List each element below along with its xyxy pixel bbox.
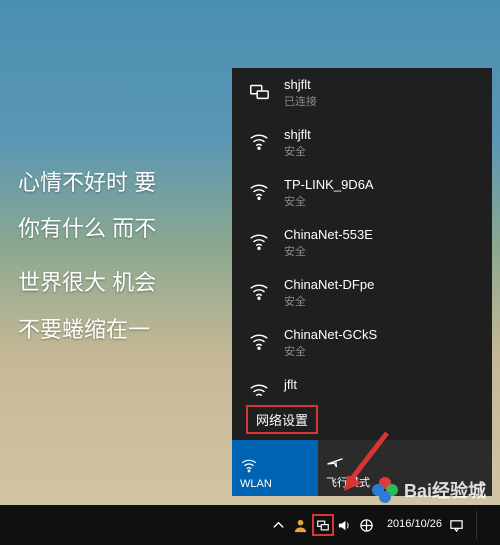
wallpaper-line: 心情不好时 要 [18, 160, 156, 206]
wifi-icon [248, 180, 270, 202]
clock-date: 2016/10/26 [387, 518, 442, 532]
network-item-ethernet[interactable]: shjflt 已连接 [232, 68, 492, 118]
tray-people-icon[interactable] [293, 517, 309, 533]
taskbar-clock[interactable]: 2016/10/26 [387, 518, 442, 532]
system-tray: 2016/10/26 [271, 511, 490, 539]
quick-tile-wlan[interactable]: WLAN [232, 440, 318, 496]
network-flyout: shjflt 已连接 shjflt 安全 TP-LINK_9D6A 安全 [232, 68, 492, 496]
network-name: TP-LINK_9D6A [284, 177, 374, 192]
wallpaper-line: 世界很大 机会 [18, 260, 156, 306]
network-item-wifi[interactable]: ChinaNet-553E 安全 [232, 218, 492, 268]
airplane-icon [326, 452, 344, 470]
network-status: 安全 [284, 243, 373, 259]
wifi-icon [248, 330, 270, 352]
quick-tile-label: WLAN [240, 478, 272, 490]
show-desktop-button[interactable] [476, 511, 490, 539]
wifi-icon [248, 380, 270, 396]
network-item-wifi[interactable]: ChinaNet-GCkS 安全 [232, 318, 492, 368]
quick-actions-row: WLAN 飞行模式 [232, 440, 492, 496]
tray-action-center-icon[interactable] [448, 517, 464, 533]
annotation-highlight: 网络设置 [246, 405, 318, 434]
network-name: ChinaNet-553E [284, 227, 373, 242]
network-status: 安全 [284, 193, 374, 209]
tray-network-icon[interactable] [315, 517, 331, 533]
taskbar: 2016/10/26 [0, 505, 500, 545]
network-status: 安全 [284, 343, 377, 359]
tray-ime-icon[interactable] [359, 517, 375, 533]
network-name: ChinaNet-DFpe [284, 277, 374, 292]
wifi-icon [248, 230, 270, 252]
wifi-icon [248, 130, 270, 152]
tray-volume-icon[interactable] [337, 517, 353, 533]
network-item-wifi[interactable]: jflt 安全 [232, 368, 492, 396]
network-name: jflt [284, 377, 306, 392]
network-settings-link[interactable]: 网络设置 [252, 408, 312, 431]
network-status: 安全 [284, 293, 374, 309]
wallpaper-text: 心情不好时 要 你有什么 而不 世界很大 机会 不要蜷缩在一 [18, 160, 156, 353]
quick-tile-label: 飞行模式 [326, 474, 370, 490]
network-name: shjflt [284, 127, 311, 142]
network-item-wifi[interactable]: shjflt 安全 [232, 118, 492, 168]
network-status: 安全 [284, 143, 311, 159]
network-status: 已连接 [284, 93, 317, 109]
network-name: ChinaNet-GCkS [284, 327, 377, 342]
wifi-icon [248, 280, 270, 302]
wifi-icon [240, 456, 258, 474]
tray-chevron-up-icon[interactable] [271, 517, 287, 533]
network-list: shjflt 已连接 shjflt 安全 TP-LINK_9D6A 安全 [232, 68, 492, 396]
wallpaper-line: 不要蜷缩在一 [18, 307, 156, 353]
network-item-wifi[interactable]: TP-LINK_9D6A 安全 [232, 168, 492, 218]
network-settings-row: 网络设置 [232, 396, 492, 440]
quick-tile-airplane[interactable]: 飞行模式 [318, 440, 404, 496]
network-name: shjflt [284, 77, 317, 92]
network-item-wifi[interactable]: ChinaNet-DFpe 安全 [232, 268, 492, 318]
wallpaper-line: 你有什么 而不 [18, 206, 156, 252]
ethernet-icon [248, 80, 270, 102]
